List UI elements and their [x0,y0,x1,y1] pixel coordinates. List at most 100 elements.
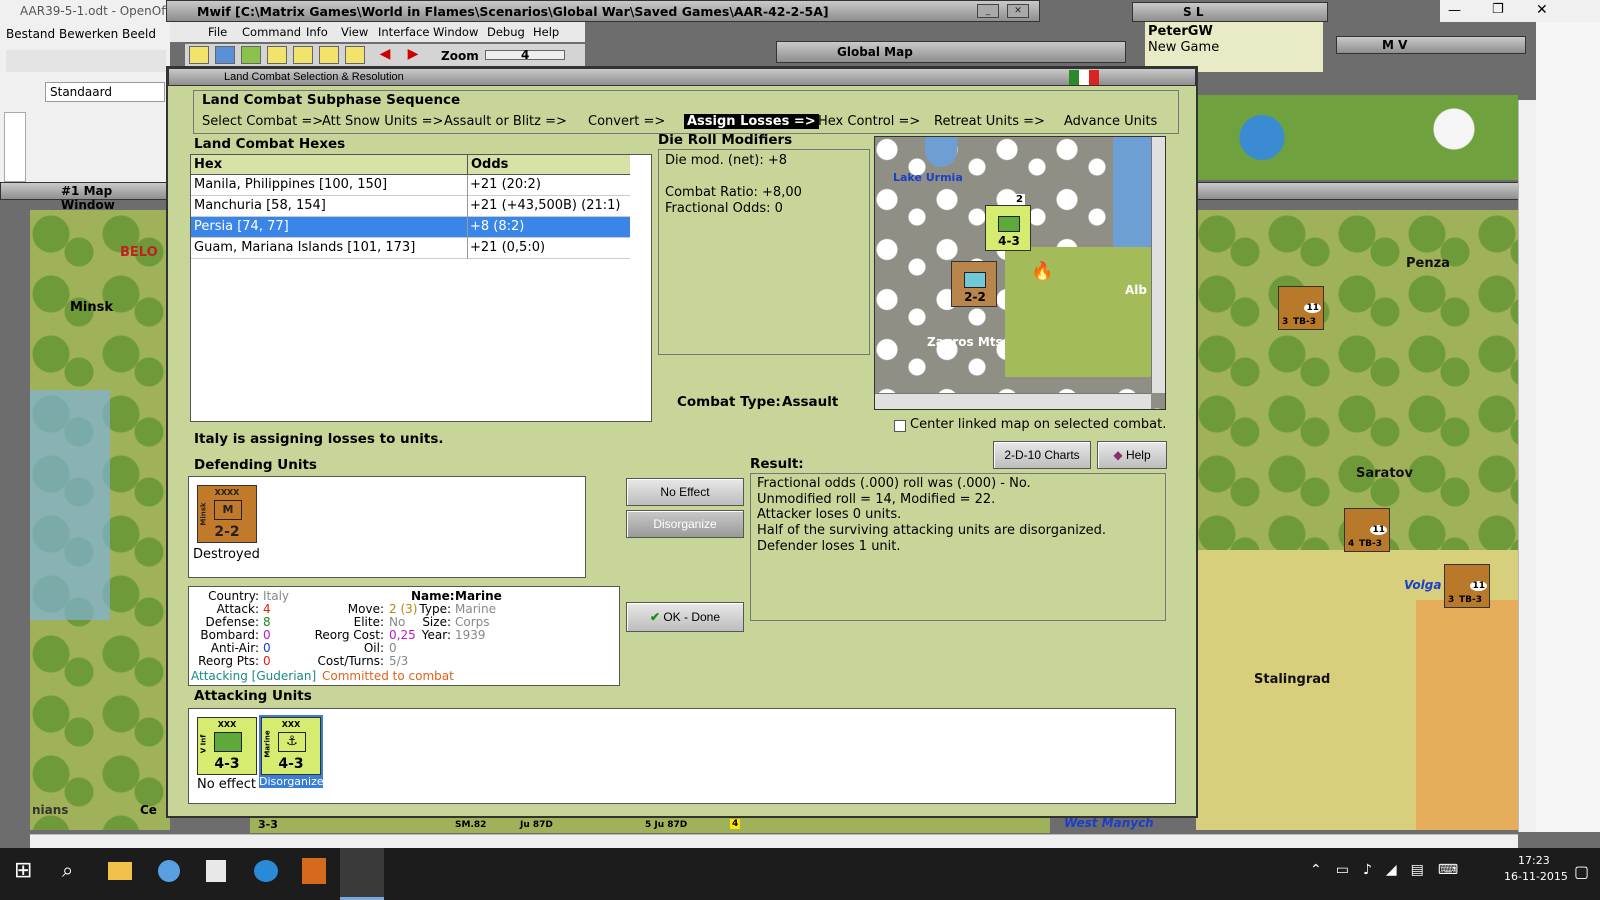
tool-icon-2[interactable] [215,46,235,64]
menu-window[interactable]: Window [433,25,478,39]
cost-label: Cost/Turns: [317,654,384,668]
combat-fire-icon: 🔥 [1031,261,1054,282]
result-title: Result: [750,456,804,472]
result-line: Half of the surviving attacking units ar… [757,523,1107,539]
windows-start-icon[interactable]: ⊞ [14,858,32,883]
global-map-titlebar[interactable]: Global Map [776,41,1126,63]
hex-table-row[interactable]: Manchuria [58, 154] +21 (+43,500B) (21:1) [191,196,630,217]
attacker-value: 4-3 [214,756,240,772]
ok-done-button[interactable]: ✔ OK - Done [626,602,744,632]
hex-table-row[interactable]: Persia [74, 77] +8 (8:2) [191,217,630,238]
move-value: 2 (3) [389,602,418,616]
right-map-titlebar[interactable] [1196,182,1568,200]
result-line: Unmodified roll = 14, Modified = 22. [757,491,996,507]
hex-table-row[interactable]: Guam, Mariana Islands [101, 173] +21 (0,5… [191,238,630,259]
hex-table-row[interactable]: Manila, Philippines [100, 150] +21 (20:2) [191,175,630,196]
tool-icon-7[interactable] [345,46,365,64]
no-effect-button[interactable]: No Effect [626,478,744,506]
air-unit-counter-1[interactable]: 11 TB-3 3 [1278,286,1324,330]
menu-interface[interactable]: Interface [378,25,430,39]
odds-col-header[interactable]: Odds [468,155,630,175]
browser-icon[interactable] [158,860,180,882]
defending-title: Defending Units [194,457,317,473]
mwif-task-icon[interactable] [340,848,384,900]
global-map-view[interactable] [1198,95,1518,180]
air-unit-code: TB-3 [1459,595,1482,605]
tool-icon-5[interactable] [293,46,313,64]
mwif-titlebar[interactable]: Mwif [C:\Matrix Games\World in Flames\Sc… [166,0,1040,22]
attacker-status: No effect [197,777,257,792]
explorer-icon[interactable] [108,862,132,880]
attacker-counter-infantry[interactable]: XXX V Inf 4-3 [197,717,257,775]
search-icon[interactable]: ⌕ [62,858,73,882]
mini-map-hscroll[interactable] [875,393,1151,409]
menu-command[interactable]: Command [242,25,301,39]
writer-menu-beeld[interactable]: Beeld [122,27,156,41]
tool-icon-1[interactable] [189,46,209,64]
menu-help[interactable]: Help [533,25,559,39]
arrow-right-icon[interactable]: ▶ [403,46,423,64]
mini-map-vscroll[interactable] [1151,137,1165,393]
mv-titlebar[interactable]: M V [1336,36,1526,54]
os-maximize-icon[interactable]: ❐ [1492,2,1504,17]
charts-button[interactable]: 2-D-10 Charts [993,441,1091,469]
dialog-titlebar[interactable]: Land Combat Selection & Resolution [168,68,1196,86]
subphase-title: Land Combat Subphase Sequence [202,92,461,108]
menu-file[interactable]: File [208,25,227,39]
attacking-title: Attacking Units [194,688,312,704]
style-box[interactable]: Standaard [45,82,165,102]
air-unit-counter-3[interactable]: 11 TB-3 3 [1444,564,1490,608]
tool-icon-4[interactable] [267,46,287,64]
writer-task-icon[interactable] [206,860,226,882]
game-icon[interactable] [302,858,326,884]
writer-menu-bestand[interactable]: Bestand [6,27,55,41]
air-unit-counter-2[interactable]: 11 TB-3 4 [1344,508,1390,552]
close-button[interactable]: ✕ [1007,4,1029,18]
attacking-status: Attacking [Guderian] [191,669,317,683]
map-window-1-titlebar[interactable]: #1 Map Window [0,182,170,212]
defender-counter[interactable]: XXXX Minsk M 2-2 [197,485,257,543]
reorgcost-value: 0,25 [389,628,416,642]
hexes-title: Land Combat Hexes [194,136,346,152]
oil-label: Oil: [363,641,384,655]
menu-view[interactable]: View [341,25,368,39]
far-right-strip [1536,22,1600,832]
os-minimize-icon[interactable]: — [1448,3,1461,18]
defender-value: 2-2 [214,524,240,540]
hex-col-header[interactable]: Hex [191,155,468,175]
left-map[interactable]: BELO Minsk nians Ce [30,210,170,830]
help-button[interactable]: ◆ Help [1097,441,1167,469]
right-map[interactable]: Penza Saratov Volga Stalingrad West Many… [1064,210,1518,830]
strip-item-5: 4 [730,819,741,829]
mini-map[interactable]: Lake Urmia Zagros Mts Alb 4-3 2 🔥 2-2 [874,136,1166,410]
map-label-minsk: Minsk [70,300,114,315]
drm-line: Fractional Odds: 0 [665,201,783,216]
right-map-scrollbar[interactable] [1518,100,1536,832]
writer-menu-bewerken[interactable]: Bewerken [59,27,118,41]
tool-icon-6[interactable] [319,46,339,64]
subphase-step: Retreat Units => [934,114,1045,129]
disorganize-button[interactable]: Disorganize [626,510,744,538]
horizontal-scrollbar[interactable] [30,834,1518,848]
reorgcost-label: Reorg Cost: [314,628,384,642]
edge-icon[interactable] [254,860,278,882]
air-unit-strength: 3 [1282,317,1289,327]
mini-defender-counter[interactable]: 2-2 [951,261,997,307]
notification-icon[interactable]: ▢ [1574,862,1589,881]
os-close-icon[interactable]: ✕ [1536,2,1548,18]
attacker-side: V Inf [199,734,208,754]
menu-debug[interactable]: Debug [487,25,525,39]
arrow-left-icon[interactable]: ◀ [375,46,395,64]
center-map-checkbox[interactable] [894,420,906,432]
map-label-penza: Penza [1406,256,1450,271]
attacker-counter-marine[interactable]: XXX Marine ⚓ 4-3 [259,715,323,777]
tool-icon-3[interactable] [241,46,261,64]
minimize-button[interactable]: _ [977,4,999,18]
mini-attacker-counter[interactable]: 4-3 2 [985,194,1031,251]
menu-info[interactable]: Info [306,25,328,39]
sl-titlebar[interactable]: S L [1132,2,1328,22]
assign-message: Italy is assigning losses to units. [194,431,444,447]
defending-units-box: XXXX Minsk M 2-2 Destroyed [188,476,586,578]
subphase-step: Select Combat => [202,114,324,129]
type-label: Type: [419,602,451,616]
